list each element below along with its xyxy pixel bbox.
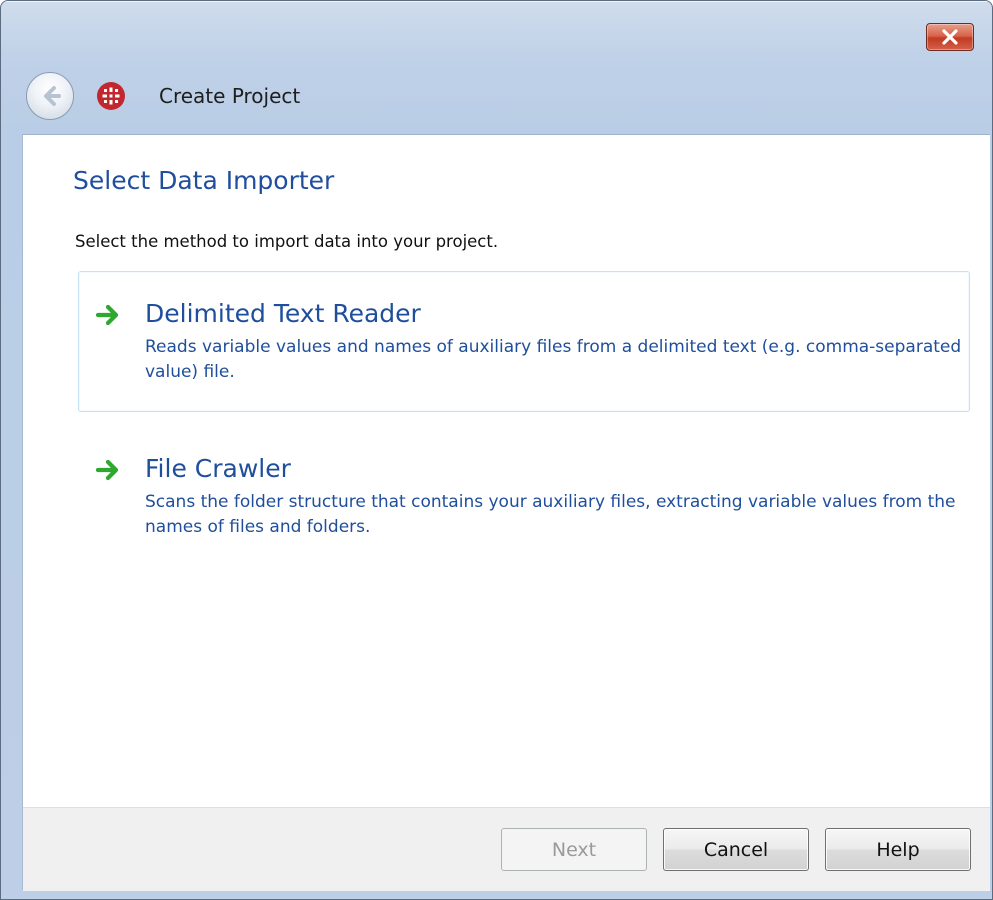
option-title: Delimited Text Reader	[145, 299, 421, 328]
option-file-crawler[interactable]: File Crawler Scans the folder structure …	[78, 435, 970, 555]
option-delimited-text-reader[interactable]: Delimited Text Reader Reads variable val…	[78, 271, 970, 412]
wizard-content: Select Data Importer Select the method t…	[22, 134, 990, 891]
option-title: File Crawler	[145, 454, 291, 483]
option-description: Scans the folder structure that contains…	[145, 492, 956, 537]
instruction-text: Select the method to import data into yo…	[75, 232, 499, 251]
close-button[interactable]	[926, 23, 974, 51]
page-title: Select Data Importer	[73, 166, 335, 195]
next-button[interactable]: Next	[501, 828, 647, 871]
dialog-window: Create Project Select Data Importer Sele…	[0, 0, 993, 900]
back-button[interactable]	[26, 72, 74, 120]
window-title: Create Project	[159, 84, 301, 108]
cancel-button[interactable]: Cancel	[663, 828, 809, 871]
app-grid-icon	[97, 82, 125, 110]
close-icon	[942, 29, 958, 45]
green-arrow-icon	[95, 304, 119, 326]
help-button[interactable]: Help	[825, 828, 971, 871]
green-arrow-icon	[95, 459, 119, 481]
button-bar: Next Cancel Help	[23, 807, 990, 891]
back-arrow-icon	[44, 86, 61, 106]
option-description: Reads variable values and names of auxil…	[145, 337, 962, 382]
